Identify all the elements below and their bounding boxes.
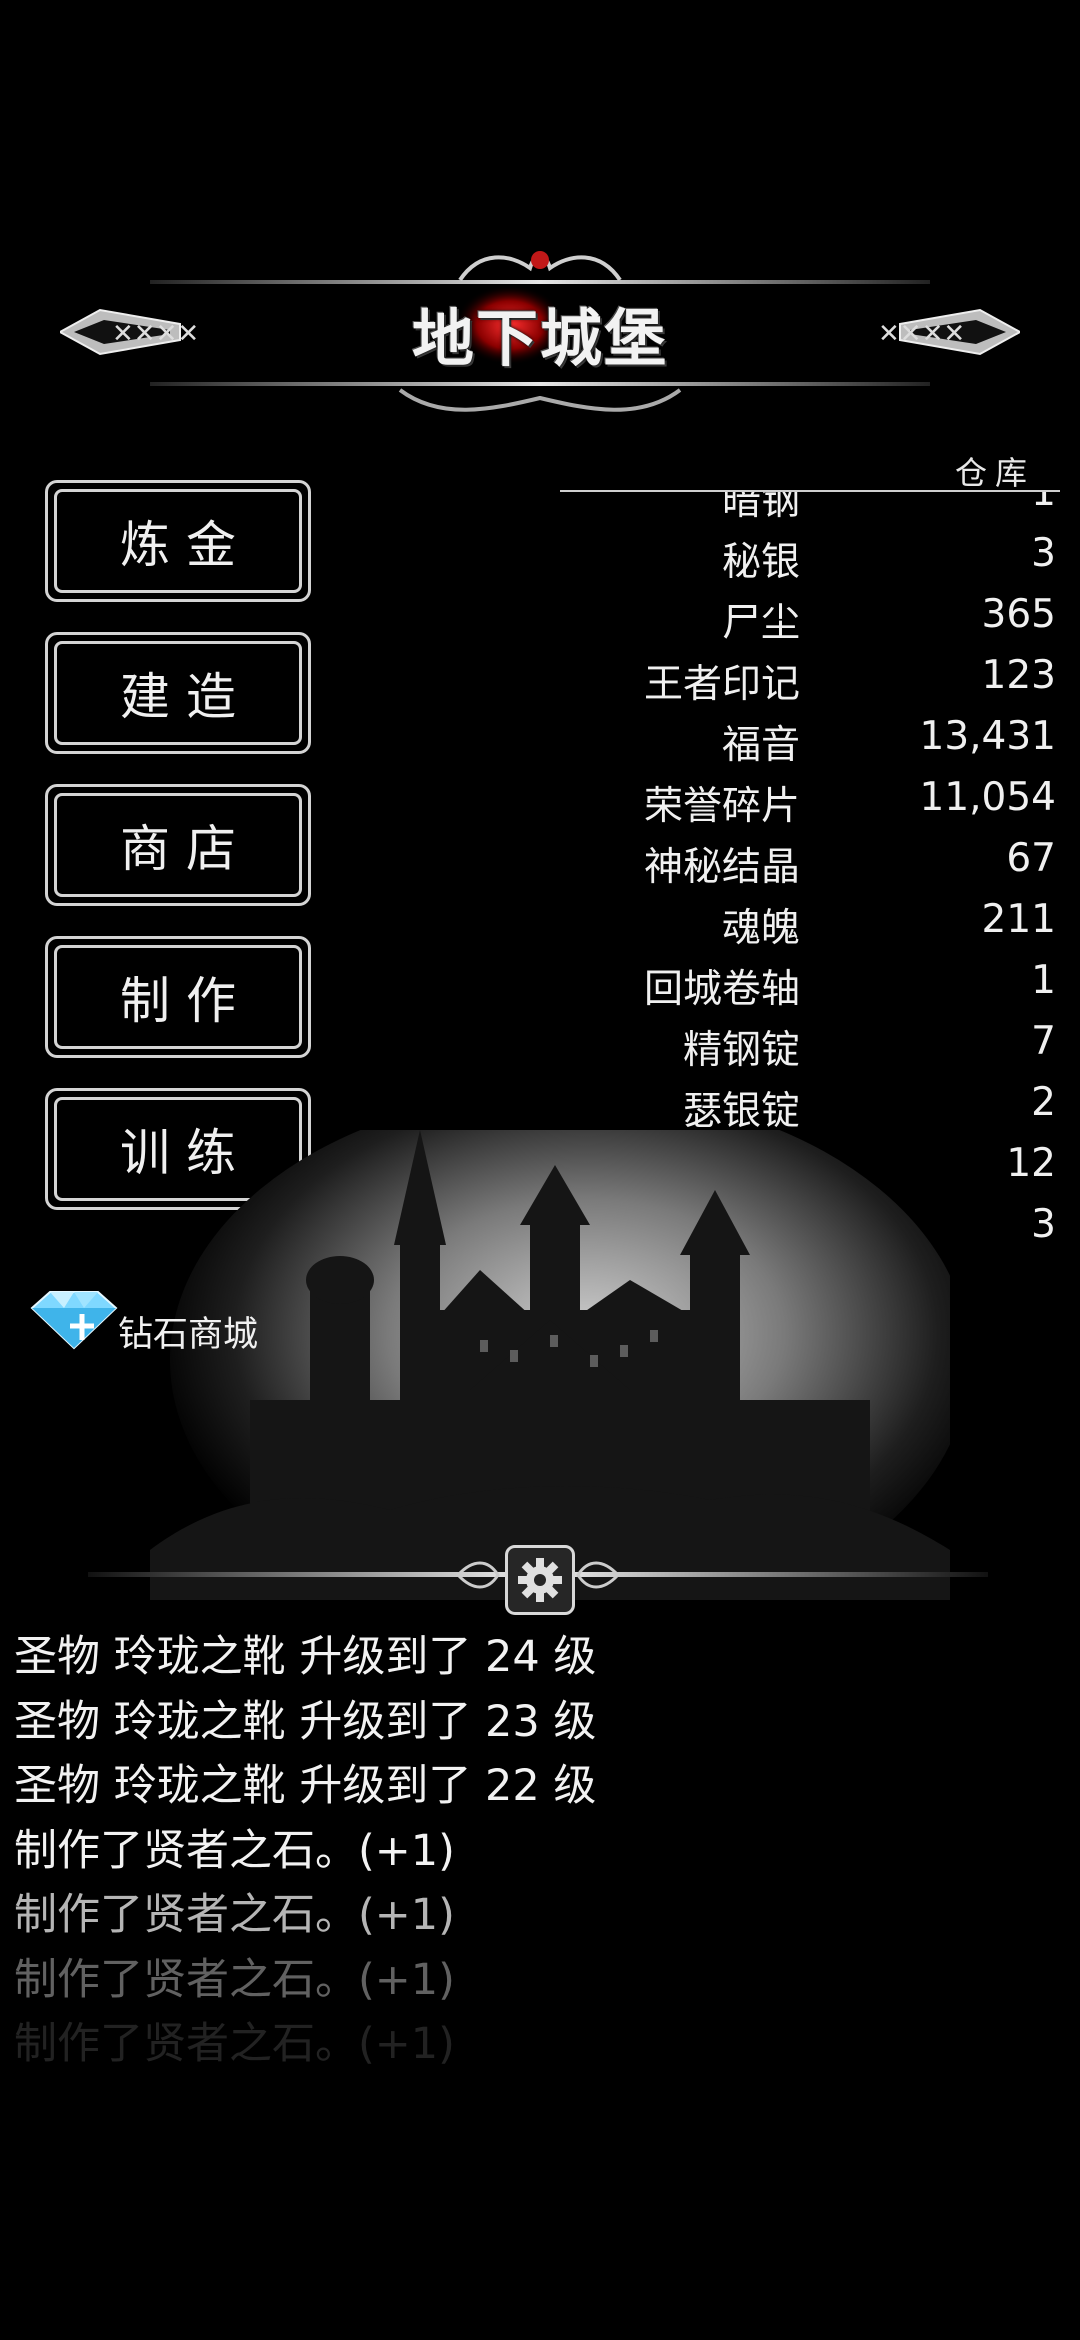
item-name: 尸尘 <box>721 601 800 646</box>
game-screen: ✕✕✕✕ ✕✕✕✕ 地下城堡 炼金 建造 商店 制作 训练 仓库 暗钢 1 秘银… <box>0 0 1080 2340</box>
item-name: 秘银 <box>721 540 800 585</box>
item-count: 7 <box>1031 1019 1056 1064</box>
warehouse-row: 瑟银锭 2 <box>560 1072 1060 1134</box>
gear-icon <box>518 1558 562 1602</box>
log-line: 圣物 玲珑之靴 升级到了 23 级 <box>14 1696 597 1747</box>
item-count: 211 <box>981 897 1056 942</box>
item-count: 13,431 <box>919 714 1056 759</box>
item-name: 王者印记 <box>643 662 800 707</box>
log-line: 制作了贤者之石。(+1) <box>14 1954 455 2005</box>
warehouse-row: 精钢锭 7 <box>560 1011 1060 1073</box>
item-count: 67 <box>1006 836 1056 881</box>
shop-label: 商店 <box>120 820 252 878</box>
item-name: 暗钢 <box>721 492 800 524</box>
item-name: 魂魄 <box>721 906 800 951</box>
warehouse-row: 荣誉碎片 11,054 <box>560 767 1060 829</box>
event-log[interactable]: 圣物 玲珑之靴 升级到了 24 级 圣物 玲珑之靴 升级到了 23 级 圣物 玲… <box>14 1625 1064 2077</box>
title-banner: ✕✕✕✕ ✕✕✕✕ 地下城堡 <box>60 240 1020 430</box>
game-logo: 地下城堡 <box>411 302 668 375</box>
item-count: 11,054 <box>919 775 1056 820</box>
log-line: 圣物 玲珑之靴 升级到了 22 级 <box>14 1761 597 1811</box>
item-count: 1 <box>1031 958 1056 1003</box>
diamond-shop-button[interactable]: 钻石商城 <box>28 1288 298 1355</box>
item-count: 3 <box>1031 531 1056 576</box>
item-name: 神秘结晶 <box>643 845 800 890</box>
item-count: 12 <box>1006 1141 1056 1186</box>
item-name: 福音 <box>721 723 800 768</box>
build-label: 建造 <box>120 668 252 726</box>
alchemy-label: 炼金 <box>120 516 252 574</box>
warehouse-row: 回城卷轴 1 <box>560 950 1060 1012</box>
diamond-icon <box>30 1291 118 1350</box>
item-name: 瑟银锭 <box>682 1089 800 1134</box>
warehouse-row: 秘银 3 <box>560 523 1060 585</box>
shop-button[interactable]: 商店 <box>45 784 311 906</box>
log-line: 制作了贤者之石。(+1) <box>14 2019 455 2069</box>
warehouse-title: 仓库 <box>955 454 1036 492</box>
alchemy-button[interactable]: 炼金 <box>45 480 311 602</box>
item-count: 123 <box>981 653 1056 698</box>
warehouse-row: 福音 13,431 <box>560 706 1060 768</box>
item-name: 精钢锭 <box>682 1028 800 1073</box>
log-line: 制作了贤者之石。(+1) <box>14 1890 455 1940</box>
item-name: 荣誉碎片 <box>643 784 800 829</box>
main-menu: 炼金 建造 商店 制作 训练 <box>45 480 315 1240</box>
settings-button[interactable] <box>505 1545 575 1615</box>
item-count: 2 <box>1031 1080 1056 1125</box>
warehouse-row: 王者印记 123 <box>560 645 1060 707</box>
item-name: 回城卷轴 <box>643 967 800 1012</box>
warehouse-row: 魂魄 211 <box>560 889 1060 951</box>
warehouse-row: 尸尘 365 <box>560 584 1060 646</box>
item-count: 3 <box>1031 1202 1056 1247</box>
item-count: 1 <box>1031 492 1056 515</box>
craft-button[interactable]: 制作 <box>45 936 311 1058</box>
diamond-shop-label: 钻石商城 <box>118 1315 259 1355</box>
item-count: 365 <box>981 592 1056 637</box>
castle-illustration <box>150 1130 950 1600</box>
log-line: 圣物 玲珑之靴 升级到了 24 级 <box>14 1632 597 1682</box>
warehouse-row: 暗钢 1 <box>560 492 1060 524</box>
craft-label: 制作 <box>120 972 252 1030</box>
log-line: 制作了贤者之石。(+1) <box>14 1825 455 1876</box>
warehouse-row: 神秘结晶 67 <box>560 828 1060 890</box>
build-button[interactable]: 建造 <box>45 632 311 754</box>
